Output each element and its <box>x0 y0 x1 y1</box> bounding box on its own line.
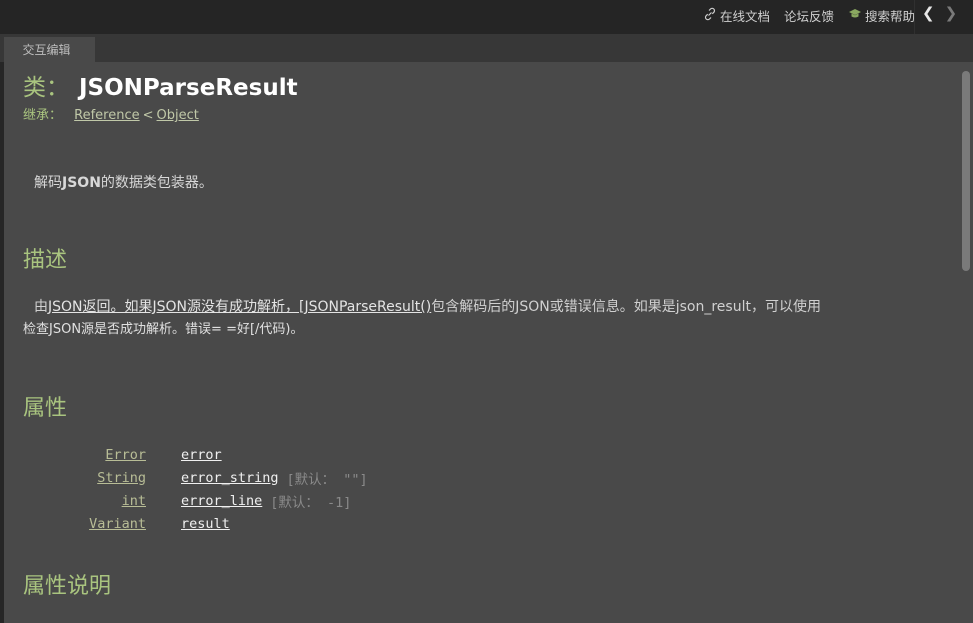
inheritance-line: 继承： Reference < Object <box>23 104 199 123</box>
property-name-link[interactable]: error_line <box>181 493 262 509</box>
forum-feedback-label: 论坛反馈 <box>783 8 834 24</box>
forward-button[interactable]: ❯ <box>945 4 958 22</box>
brief-text-post: 的数据类包装器。 <box>100 175 213 191</box>
back-button[interactable]: ❮ <box>922 4 935 22</box>
property-row: Error error <box>4 443 368 466</box>
property-type-link[interactable]: Error <box>4 447 146 463</box>
page-title: 类： JSONParseResult <box>23 68 298 102</box>
properties-table: Error error String error_string [默认： ""]… <box>4 443 368 535</box>
description-line-2: 检查JSON源是否成功解析。错误= =好[/代码)。 <box>23 322 304 337</box>
top-bar: 在线文档 论坛反馈 搜索帮助 ❮ ❯ <box>0 0 973 34</box>
brief-text-bold: JSON <box>62 175 101 191</box>
properties-heading: 属性 <box>23 396 68 421</box>
class-name: JSONParseResult <box>79 75 298 101</box>
property-row: String error_string [默认： ""] <box>4 466 368 489</box>
tab-strip: 交互编辑 <box>0 34 973 62</box>
description-heading: 描述 <box>23 248 68 273</box>
link-icon <box>703 7 717 24</box>
description-text-pre: 由 <box>34 299 48 315</box>
online-docs-label: 在线文档 <box>719 8 770 24</box>
vertical-scrollbar[interactable] <box>962 71 970 271</box>
help-actions: 在线文档 论坛反馈 搜索帮助 <box>703 0 915 30</box>
property-name-link[interactable]: result <box>181 516 230 532</box>
topbar-divider <box>914 0 915 34</box>
inherits-link-reference[interactable]: Reference <box>74 108 139 123</box>
property-name-link[interactable]: error <box>181 447 222 463</box>
property-default: [默认： -1] <box>270 494 352 511</box>
history-nav: ❮ ❯ <box>922 4 957 22</box>
brief-description: 解码JSON的数据类包装器。 <box>34 172 213 192</box>
brief-text-pre: 解码 <box>34 175 62 191</box>
property-type-link[interactable]: Variant <box>4 516 146 532</box>
description-text-post: 包含解码后的JSON或错误信息。如果是json_result，可以使用 <box>431 299 821 315</box>
description-link[interactable]: JSON返回。如果JSON源没有成功解析，[JSONParseResult() <box>48 299 431 315</box>
inherits-link-object[interactable]: Object <box>157 108 199 123</box>
property-name-link[interactable]: error_string <box>181 470 279 486</box>
property-type-link[interactable]: String <box>4 470 146 486</box>
search-help-label: 搜索帮助 <box>864 8 915 24</box>
class-keyword: 类： <box>23 75 69 101</box>
inherits-separator: < <box>142 108 154 123</box>
property-type-link[interactable]: int <box>4 493 146 509</box>
tab-interactive-edit[interactable]: 交互编辑 <box>4 37 95 62</box>
online-docs-button[interactable]: 在线文档 <box>703 6 770 25</box>
property-descriptions-heading: 属性说明 <box>23 574 112 599</box>
property-row: Variant result <box>4 512 368 535</box>
inherits-label: 继承： <box>23 108 63 123</box>
property-row: int error_line [默认： -1] <box>4 489 368 512</box>
property-default: [默认： ""] <box>286 471 368 488</box>
graduation-cap-icon <box>848 8 862 23</box>
search-help-button[interactable]: 搜索帮助 <box>848 6 915 25</box>
doc-content: 类： JSONParseResult 继承： Reference < Object … <box>4 62 973 623</box>
description-line-1: 由JSON返回。如果JSON源没有成功解析，[JSONParseResult()… <box>34 296 821 316</box>
forum-feedback-button[interactable]: 论坛反馈 <box>784 6 834 25</box>
